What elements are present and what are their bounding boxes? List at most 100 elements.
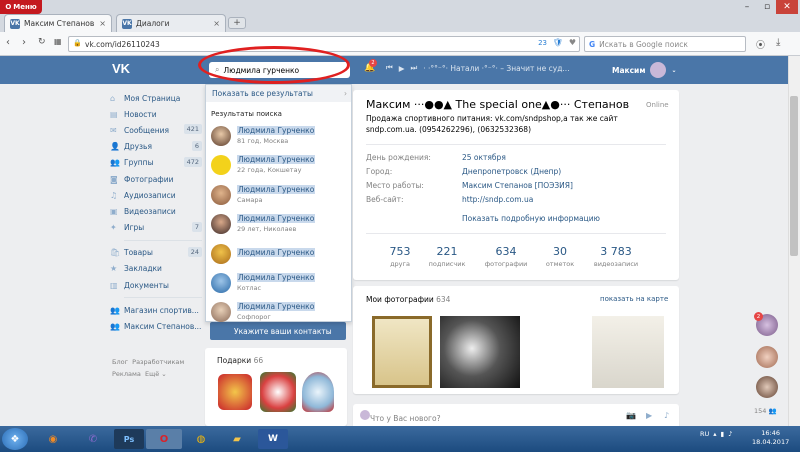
new-tab-button[interactable]: + (228, 17, 246, 29)
prev-track-icon[interactable]: ⏮ (386, 63, 393, 73)
profile-name: Максим ·‧·●●▲ The special one▲●‧·· Степа… (366, 98, 630, 111)
sidebar-item-news[interactable]: ▤ Новости (110, 106, 202, 122)
clock[interactable]: 16:46 18.04.2017 (752, 429, 789, 447)
back-icon[interactable]: ‹ (6, 37, 10, 48)
search-result-item[interactable]: Людмила Гурченко Котлас (206, 268, 351, 298)
sidebar-item-friends[interactable]: 👤 Друзья 6 (110, 139, 202, 155)
word-icon[interactable]: W (258, 429, 288, 449)
downloads-icon[interactable]: ⤓ (776, 37, 780, 48)
sidebar-item-shop[interactable]: 👥 Магазин спортив... (110, 302, 202, 318)
photo-thumbnail[interactable] (372, 316, 432, 388)
minimize-button[interactable]: – (738, 0, 756, 14)
network-icon[interactable]: ▮ (721, 430, 725, 438)
speed-dial-icon[interactable]: ▦ (54, 37, 62, 46)
sidebar-item-documents[interactable]: ▥ Документы (110, 277, 202, 293)
messages-icon: ✉ (110, 125, 117, 135)
explorer-folder-icon[interactable]: ▰ (222, 429, 252, 449)
gift-item[interactable] (302, 372, 334, 412)
profile-row-work: Место работы: Максим Степанов [ПОЭЗИЯ] (366, 181, 573, 190)
reload-icon[interactable]: ↻ (38, 37, 46, 47)
sidebar-item-goods[interactable]: 🛍 Товары 24 (110, 245, 202, 261)
stat-friends[interactable]: 753 друга (380, 245, 420, 268)
address-bar[interactable]: 🔒 vk.com/id26110243 23 🛡 ♥ (68, 36, 580, 52)
opera-menu-button[interactable]: O Меню (0, 0, 42, 14)
stat-videos[interactable]: 3 783 видеозаписи (588, 245, 644, 268)
start-button[interactable]: ❖ (2, 428, 28, 450)
opera-taskbar-icon[interactable]: O (146, 429, 182, 449)
online-friends-count[interactable]: 154 👥 (754, 407, 777, 415)
footer-link-developers[interactable]: Разработчикам (132, 358, 184, 366)
photoshop-icon[interactable]: Ps (114, 429, 144, 449)
tab-close-icon[interactable]: × (99, 19, 106, 28)
new-post-input[interactable]: Что у Вас нового? (370, 414, 441, 423)
sidebar-item-games[interactable]: ✦ Игры 7 (110, 220, 202, 236)
sidebar-item-my-page[interactable]: ⌂ Моя Страница (110, 90, 202, 106)
tray-arrow-icon[interactable]: ▴ (713, 430, 716, 438)
sidebar-item-messages[interactable]: ✉ Сообщения 421 (110, 122, 202, 138)
forward-icon[interactable]: › (22, 37, 26, 48)
chat-avatar[interactable] (756, 346, 778, 368)
chrome-icon[interactable]: ◍ (186, 429, 216, 449)
avatar (211, 301, 231, 322)
photo-thumbnail[interactable] (440, 316, 520, 388)
search-result-item[interactable]: Людмила Гурченко 81 год, Москва (206, 121, 351, 151)
google-search-input[interactable]: G Искать в Google поиск (584, 36, 746, 52)
next-track-icon[interactable]: ⏭ (411, 63, 418, 73)
stat-followers[interactable]: 221 подписчик (422, 245, 472, 268)
search-result-item[interactable]: Людмила Гурченко 22 года, Кокшетау (206, 150, 351, 180)
gifts-title[interactable]: Подарки 66 (217, 356, 263, 365)
heart-icon[interactable]: ♥ (569, 38, 576, 47)
photos-title[interactable]: Мои фотографии 634 (366, 295, 450, 304)
photo-thumbnail[interactable] (592, 316, 664, 388)
footer-link-blog[interactable]: Блог (112, 358, 128, 366)
avatar (211, 184, 231, 205)
viber-icon[interactable]: ✆ (78, 429, 108, 449)
video-attach-icon[interactable]: ▶ (646, 411, 652, 420)
sidebar-item-audio[interactable]: ♫ Аудиозаписи (110, 187, 202, 203)
sidebar-item-bookmarks[interactable]: ★ Закладки (110, 261, 202, 277)
groups-icon: 👥 (110, 158, 120, 168)
player-track-title[interactable]: · ·°°⁻°· Натали ·°⁻°· – Значит не суд... (423, 64, 569, 73)
tab-dialogs[interactable]: VK Диалоги × (116, 14, 226, 32)
music-attach-icon[interactable]: ♪ (664, 411, 669, 420)
search-result-item[interactable]: Людмила Гурченко 29 лет, Николаев (206, 209, 351, 239)
show-all-results-button[interactable]: Показать все результаты › (206, 85, 351, 102)
show-on-map-link[interactable]: показать на карте (600, 295, 668, 303)
sidebar-item-groups[interactable]: 👥 Группы 472 (110, 155, 202, 171)
avatar (211, 154, 231, 175)
goods-count: 24 (187, 246, 202, 257)
search-result-item[interactable]: Людмила Гурченко Самара (206, 180, 351, 210)
tab-maxim-stepanov[interactable]: VK Максим Степанов × (4, 14, 112, 32)
vk-logo[interactable]: VK (112, 61, 134, 77)
messages-count: 421 (183, 124, 202, 135)
footer-link-more[interactable]: Ещё ⌄ (145, 370, 167, 378)
camera-icon[interactable]: 📷 (626, 411, 636, 420)
scrollbar-thumb[interactable] (790, 96, 798, 256)
profile-status-text[interactable]: Продажа спортивного питания: vk.com/sndp… (366, 113, 666, 135)
vk-favicon-icon: VK (122, 18, 132, 29)
tab-close-icon[interactable]: × (213, 19, 220, 28)
shield-icon[interactable]: 🛡 (553, 38, 563, 47)
gift-item[interactable] (218, 374, 252, 410)
gift-item[interactable] (260, 372, 296, 412)
footer-link-ads[interactable]: Реклама (112, 370, 141, 378)
close-window-button[interactable]: ✕ (776, 0, 798, 14)
chat-avatar[interactable] (756, 376, 778, 398)
sidebar-item-photos[interactable]: ◙ Фотографии (110, 171, 202, 187)
volume-icon[interactable]: ♪ (728, 430, 732, 438)
search-result-item[interactable]: Людмила Гурченко (206, 239, 351, 269)
friends-icon: 👤 (110, 142, 120, 152)
extension-icon[interactable]: ⦿ (756, 38, 765, 51)
search-result-item[interactable]: Людмила Гурченко Софпорог (206, 297, 351, 327)
sidebar-item-public-page[interactable]: 👥 Максим Степанов... (110, 318, 202, 334)
language-indicator[interactable]: RU (700, 430, 709, 438)
maximize-button[interactable]: ▫ (758, 0, 776, 14)
user-menu[interactable]: Максим ⌄ (612, 62, 676, 78)
sidebar-item-video[interactable]: ▣ Видеозаписи (110, 203, 202, 219)
stat-photos[interactable]: 634 фотографии (480, 245, 532, 268)
show-more-info-link[interactable]: Показать подробную информацию (462, 214, 600, 223)
stat-tags[interactable]: 30 отметок (538, 245, 582, 268)
sidebar: ⌂ Моя Страница ▤ Новости ✉ Сообщения 421 👤 Др… (110, 90, 202, 335)
taskbar-app-icon[interactable]: ◉ (38, 429, 68, 449)
play-icon[interactable]: ▶ (399, 64, 405, 73)
